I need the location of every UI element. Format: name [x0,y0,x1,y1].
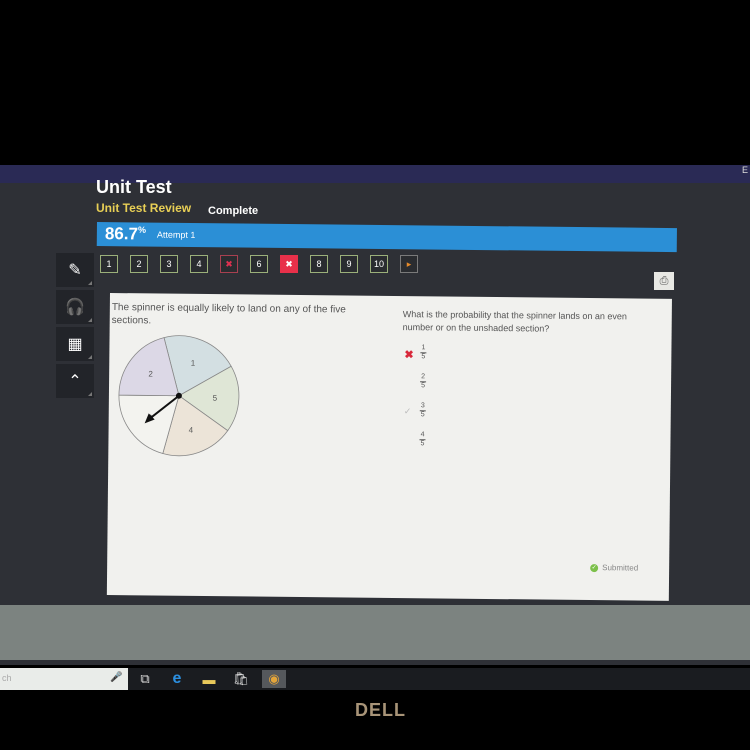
score-unit: % [137,224,147,235]
question-button-8[interactable]: 8 [310,255,328,273]
denominator: 5 [420,411,425,419]
question-button-10[interactable]: 10 [370,255,388,273]
search-text: ch [2,673,12,683]
page-background [0,605,750,660]
microphone-icon[interactable]: 🎤 [110,672,122,683]
numerator: 2 [421,373,426,381]
denominator: 5 [421,353,426,361]
score-bar: 86.7% Attempt 1 [96,222,677,253]
next-question-button[interactable]: ▸ [400,255,418,273]
taskbar: ch 🎤 ⧉ e ▬ 🛍 ◉ [0,668,750,690]
denominator: 5 [420,440,425,448]
fraction: 15 [420,344,427,361]
question-panel: The spinner is equally likely to land on… [106,293,672,601]
answer-choice-2[interactable]: 25 [404,373,444,402]
question-button-5[interactable]: ✖ [220,255,238,273]
status-label: Complete [208,205,259,217]
answer-choice-3[interactable]: ✓ 35 [404,402,444,431]
corner-letter: E [741,165,748,175]
question-navigation: 1 2 3 4 ✖ 6 ✖ 8 9 10 ▸ [100,255,418,273]
spinner-label-1: 1 [191,359,196,368]
spinner-label-2: 2 [148,369,153,378]
pencil-tool-button[interactable]: ✎ [56,253,94,287]
spinner-label-4: 4 [189,426,194,435]
question-button-4[interactable]: 4 [190,255,208,273]
audio-tool-button[interactable]: 🎧 [56,290,94,324]
file-explorer-icon[interactable]: ▬ [200,670,218,688]
answer-choices: ✖ 15 25 ✓ 35 45 [403,344,444,460]
taskbar-search-input[interactable]: ch 🎤 [0,668,128,690]
question-button-3[interactable]: 3 [160,255,178,273]
answer-choice-4[interactable]: 45 [403,431,443,460]
submitted-status: ✓ Submitted [590,563,638,573]
score-number: 86.7 [104,224,139,244]
question-button-7[interactable]: ✖ [280,255,298,273]
numerator: 1 [421,344,426,352]
collapse-tool-button[interactable]: ⌃ [56,364,94,398]
pencil-icon: ✎ [68,262,82,279]
question-button-2[interactable]: 2 [130,255,148,273]
spinner-label-5: 5 [213,394,218,403]
monitor-screen: E Unit Test Unit Test Review Complete 86… [0,165,750,665]
attempt-label: Attempt 1 [156,229,196,241]
check-circle-icon: ✓ [590,563,599,572]
answer-choice-1[interactable]: ✖ 15 [404,344,444,373]
incorrect-icon: ✖ [404,349,414,362]
submitted-label: Submitted [602,563,639,573]
dell-logo: DELL [355,700,406,720]
denominator: 5 [421,382,426,390]
print-button[interactable]: ⎙ [654,272,674,290]
question-button-9[interactable]: 9 [340,255,358,273]
page-title: Unit Test [96,177,172,197]
chrome-icon[interactable]: ◉ [262,670,286,688]
numerator: 3 [420,402,425,410]
store-icon[interactable]: 🛍 [232,670,250,688]
task-view-icon[interactable]: ⧉ [136,670,154,688]
fraction: 35 [419,402,426,419]
question-prompt: What is the probability that the spinner… [402,309,627,334]
question-button-6[interactable]: 6 [250,255,268,273]
fraction: 25 [420,373,427,390]
correct-check-icon: ✓ [403,406,412,417]
activity-title: Unit Test Review [96,201,192,215]
numerator: 4 [420,431,425,439]
tool-sidebar: ✎ 🎧 ▦ ⌃ [56,253,98,401]
spinner-diagram: 15432 [118,335,240,457]
calculator-icon: ▦ [67,336,83,353]
fraction: 45 [419,431,426,448]
score-value: 86.7% [105,224,146,244]
calculator-tool-button[interactable]: ▦ [56,327,94,361]
headphones-icon: 🎧 [65,299,85,316]
edge-icon[interactable]: e [168,670,186,688]
question-button-1[interactable]: 1 [100,255,118,273]
question-stem-left: The spinner is equally likely to land on… [111,302,346,327]
print-icon: ⎙ [659,274,669,287]
collapse-up-icon: ⌃ [68,373,82,390]
